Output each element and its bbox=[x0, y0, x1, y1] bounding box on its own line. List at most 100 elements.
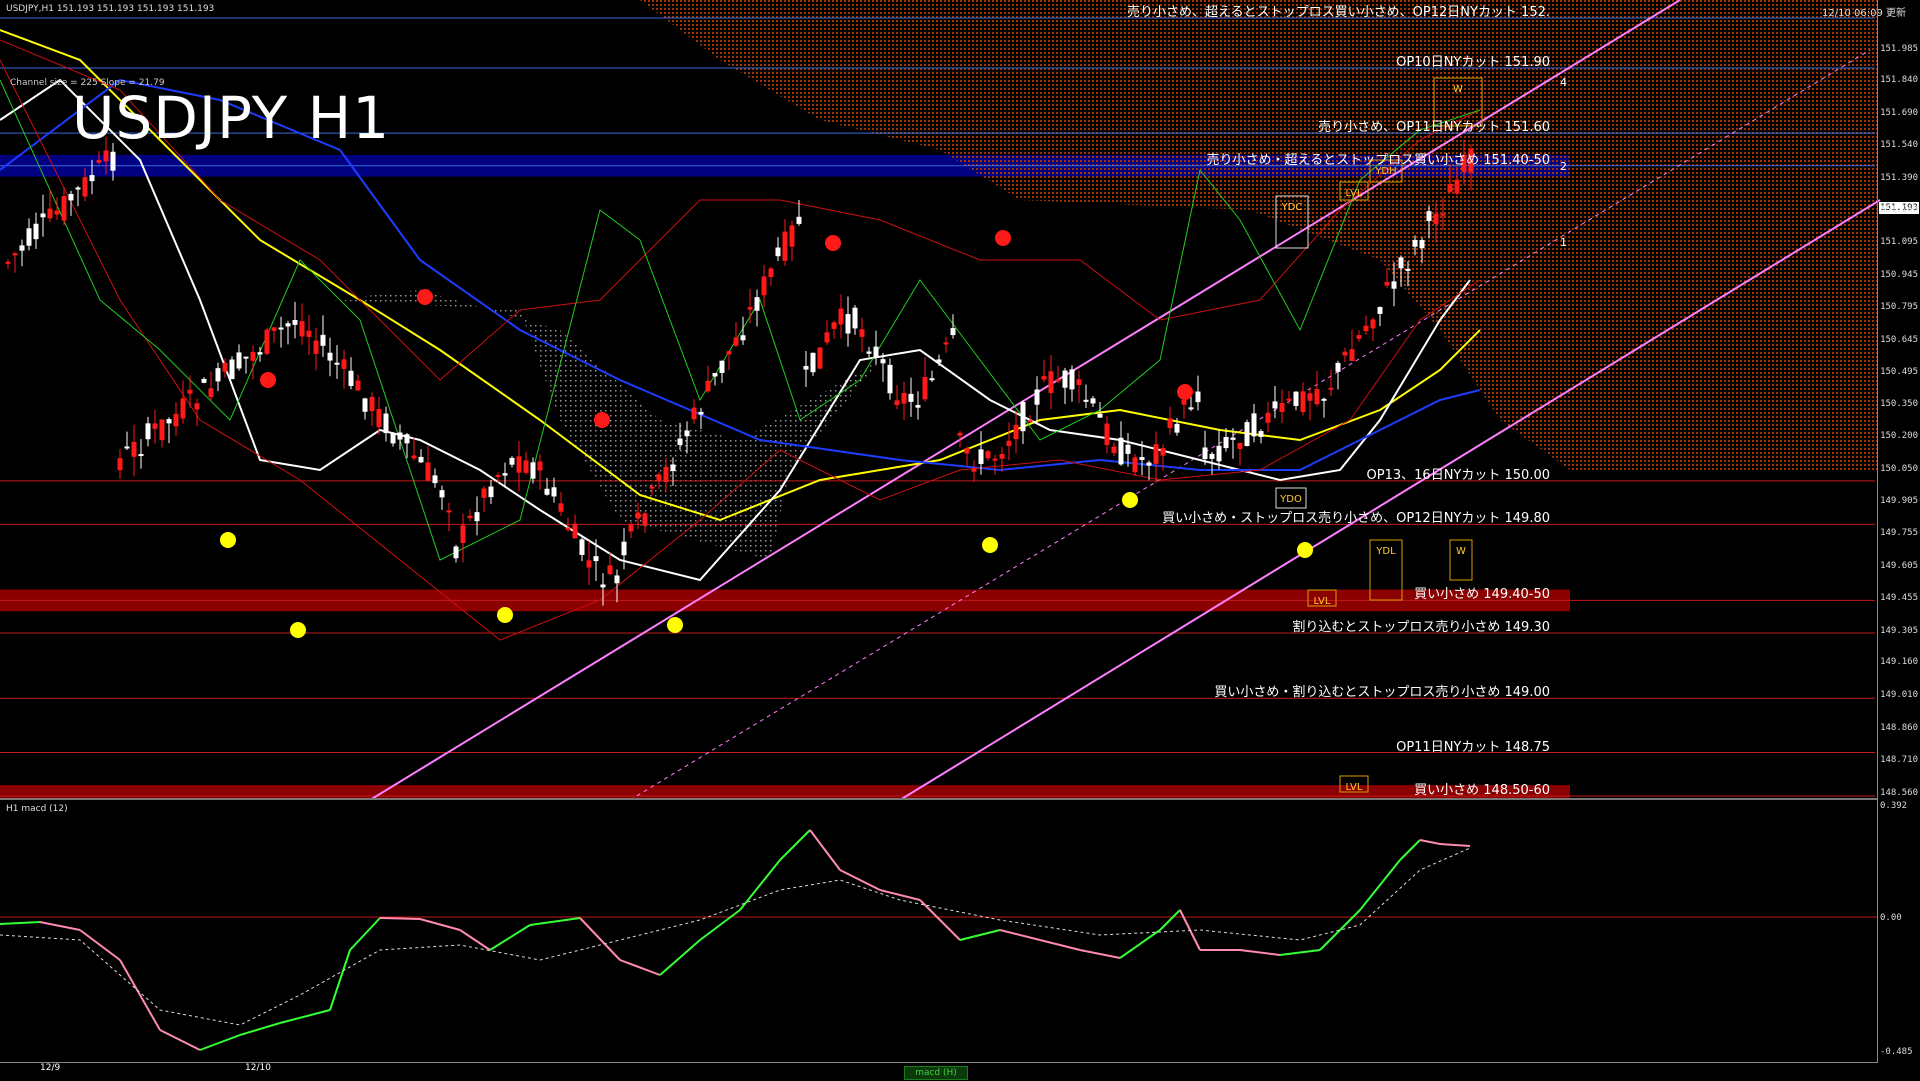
candle-body bbox=[810, 352, 816, 373]
candle-body bbox=[1006, 440, 1012, 447]
macd-segment bbox=[1279, 949, 1321, 956]
candle-body bbox=[1314, 389, 1320, 405]
marker-label-lvl1: LVL bbox=[1346, 188, 1363, 199]
candle-body bbox=[614, 575, 620, 584]
candle-body bbox=[971, 468, 977, 472]
down-arrow-marker bbox=[995, 230, 1011, 246]
candle-body bbox=[985, 451, 991, 459]
down-arrow-marker bbox=[417, 289, 433, 305]
candle-body bbox=[670, 464, 676, 472]
level-annotation: 買い小さめ 149.40-50 bbox=[1414, 587, 1550, 603]
price-tick: 150.050 bbox=[1880, 464, 1918, 475]
candle-body bbox=[1279, 403, 1285, 413]
candle-body bbox=[537, 461, 543, 471]
candle-body bbox=[369, 396, 375, 412]
candle-body bbox=[831, 322, 837, 329]
candle-body bbox=[957, 432, 963, 436]
candle-body bbox=[355, 380, 361, 391]
candle-body bbox=[1083, 399, 1089, 402]
macd-segment bbox=[739, 859, 781, 911]
candle-body bbox=[978, 449, 984, 464]
up-arrow-marker bbox=[497, 607, 513, 623]
candle-body bbox=[390, 433, 396, 444]
candle-body bbox=[1125, 444, 1131, 454]
candle-body bbox=[796, 216, 802, 224]
candle-body bbox=[684, 430, 690, 437]
channel-line-lower bbox=[899, 199, 1881, 800]
macd-segment bbox=[699, 909, 741, 941]
macd-segment bbox=[1359, 859, 1401, 911]
candle-body bbox=[656, 474, 662, 481]
candle-body bbox=[740, 335, 746, 341]
macd-segment bbox=[239, 1022, 281, 1036]
candle-body bbox=[733, 337, 739, 346]
candle-body bbox=[901, 392, 907, 404]
level-annotation: 売り小さめ、超えるとストップロス買い小さめ、OP12日NYカット 152. bbox=[1127, 5, 1550, 20]
candle-body bbox=[887, 364, 893, 394]
price-tick: 151.540 bbox=[1880, 140, 1918, 151]
candle-body bbox=[712, 373, 718, 377]
price-tick: 148.860 bbox=[1880, 722, 1918, 733]
candle-body bbox=[551, 487, 557, 497]
candle-body bbox=[1237, 443, 1243, 449]
candle-body bbox=[565, 527, 571, 530]
candle-body bbox=[1321, 398, 1327, 401]
marker-label-w1: W bbox=[1453, 84, 1463, 95]
candle-body bbox=[1342, 351, 1348, 356]
candle-body bbox=[1335, 362, 1341, 372]
macd-segment bbox=[1159, 909, 1181, 931]
candle-body bbox=[1426, 211, 1432, 222]
level-annotation: 割り込むとストップロス売り小さめ 149.30 bbox=[1292, 620, 1550, 635]
level-annotation: 買い小さめ・割り込むとストップロス売り小さめ 149.00 bbox=[1214, 685, 1550, 701]
candle-body bbox=[1398, 257, 1404, 269]
macd-tab[interactable]: macd (H) bbox=[904, 1066, 968, 1080]
price-tick: 151.390 bbox=[1880, 172, 1918, 183]
candle-body bbox=[61, 196, 67, 221]
candle-body bbox=[236, 352, 242, 369]
candle-body bbox=[1272, 401, 1278, 409]
macd-segment bbox=[1439, 843, 1471, 847]
candle-body bbox=[1300, 391, 1306, 413]
candle-body bbox=[1118, 437, 1124, 465]
candle-body bbox=[1209, 453, 1215, 459]
candle-body bbox=[761, 276, 767, 296]
up-arrow-marker bbox=[220, 532, 236, 548]
macd-segment bbox=[659, 939, 701, 976]
candle-body bbox=[579, 539, 585, 555]
candle-body bbox=[1062, 370, 1068, 388]
candle-body bbox=[859, 329, 865, 337]
candle-body bbox=[1370, 319, 1376, 329]
macd-chart[interactable]: 0.3920.00-0.485 bbox=[0, 800, 1920, 1062]
price-tick: 151.840 bbox=[1880, 75, 1918, 86]
candle-body bbox=[1307, 393, 1313, 401]
candle-body bbox=[1265, 412, 1271, 423]
candle-body bbox=[754, 297, 760, 311]
macd-segment bbox=[779, 829, 811, 861]
candle-body bbox=[642, 513, 648, 526]
candle-body bbox=[320, 334, 326, 346]
chart-title: USDJPY H1 bbox=[72, 84, 391, 152]
candle-body bbox=[747, 307, 753, 310]
candle-body bbox=[1356, 335, 1362, 339]
marker-label-ydo: YDO bbox=[1279, 494, 1302, 505]
candle-body bbox=[313, 340, 319, 354]
price-tick: 149.755 bbox=[1880, 528, 1918, 539]
candle-body bbox=[1433, 213, 1439, 224]
marker-label-ydc: YDC bbox=[1281, 202, 1303, 213]
candle-body bbox=[1363, 325, 1369, 332]
candle-body bbox=[285, 323, 291, 327]
channel-count-ch2: 2 bbox=[1560, 160, 1567, 173]
price-tick: 150.645 bbox=[1880, 334, 1918, 345]
candle-body bbox=[1349, 349, 1355, 361]
candle-body bbox=[432, 475, 438, 484]
candle-body bbox=[411, 455, 417, 459]
candle-body bbox=[1027, 420, 1033, 423]
macd-segment bbox=[529, 917, 581, 926]
macd-segment bbox=[1319, 909, 1361, 951]
candle-body bbox=[124, 446, 130, 449]
candle-body bbox=[1055, 379, 1061, 382]
candle-body bbox=[1097, 413, 1103, 418]
candle-body bbox=[131, 441, 137, 457]
candle-body bbox=[782, 231, 788, 261]
price-tick: 149.905 bbox=[1880, 495, 1918, 506]
